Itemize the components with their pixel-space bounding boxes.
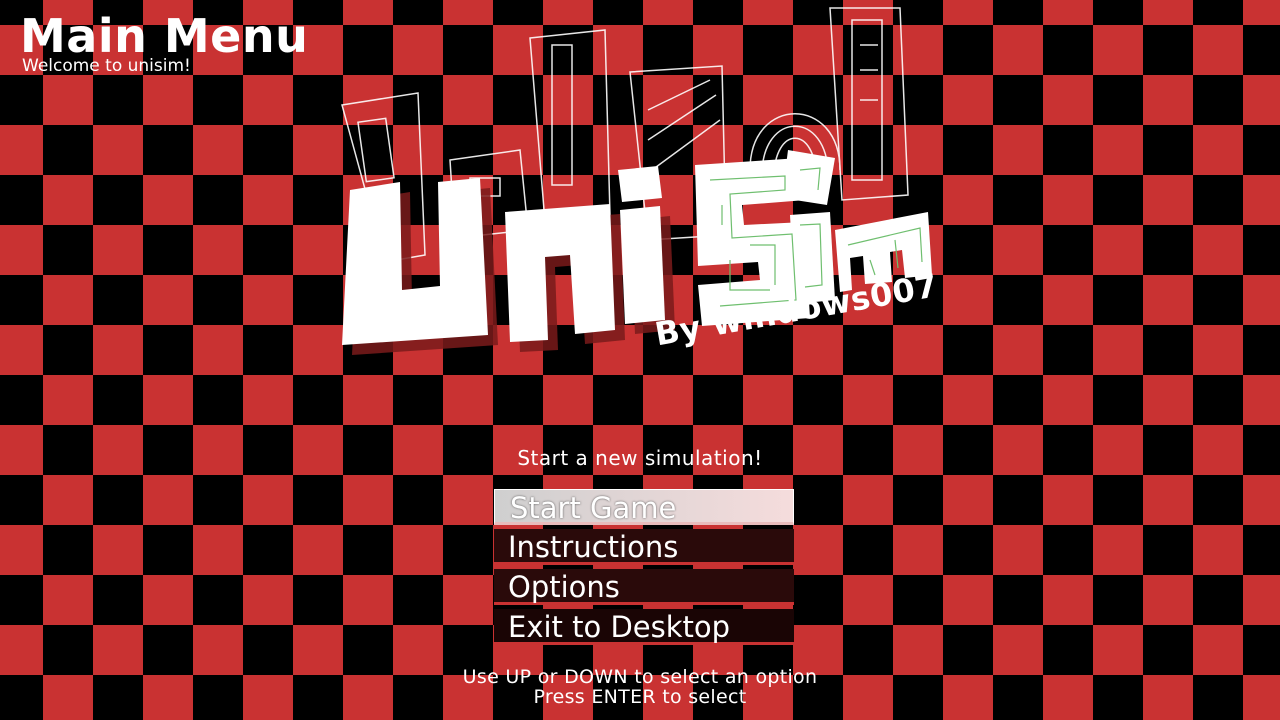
exit-to-desktop-button[interactable]: Exit to Desktop <box>494 609 794 645</box>
game-logo <box>330 0 950 380</box>
instructions-button[interactable]: Instructions <box>494 529 794 565</box>
main-menu: Start Game Instructions Options Exit to … <box>494 489 794 649</box>
header: Main Menu Welcome to unisim! <box>20 10 308 75</box>
options-button[interactable]: Options <box>494 569 794 605</box>
controls-line-select: Press ENTER to select <box>533 686 747 708</box>
page-title: Main Menu <box>20 9 309 63</box>
menu-hint: Start a new simulation! <box>517 446 763 470</box>
controls-line-navigate: Use UP or DOWN to select an option <box>462 666 818 688</box>
unisim-logo-graphic <box>341 7 932 355</box>
start-game-button[interactable]: Start Game <box>494 489 794 525</box>
controls-help: Use UP or DOWN to select an option Press… <box>0 667 1280 707</box>
